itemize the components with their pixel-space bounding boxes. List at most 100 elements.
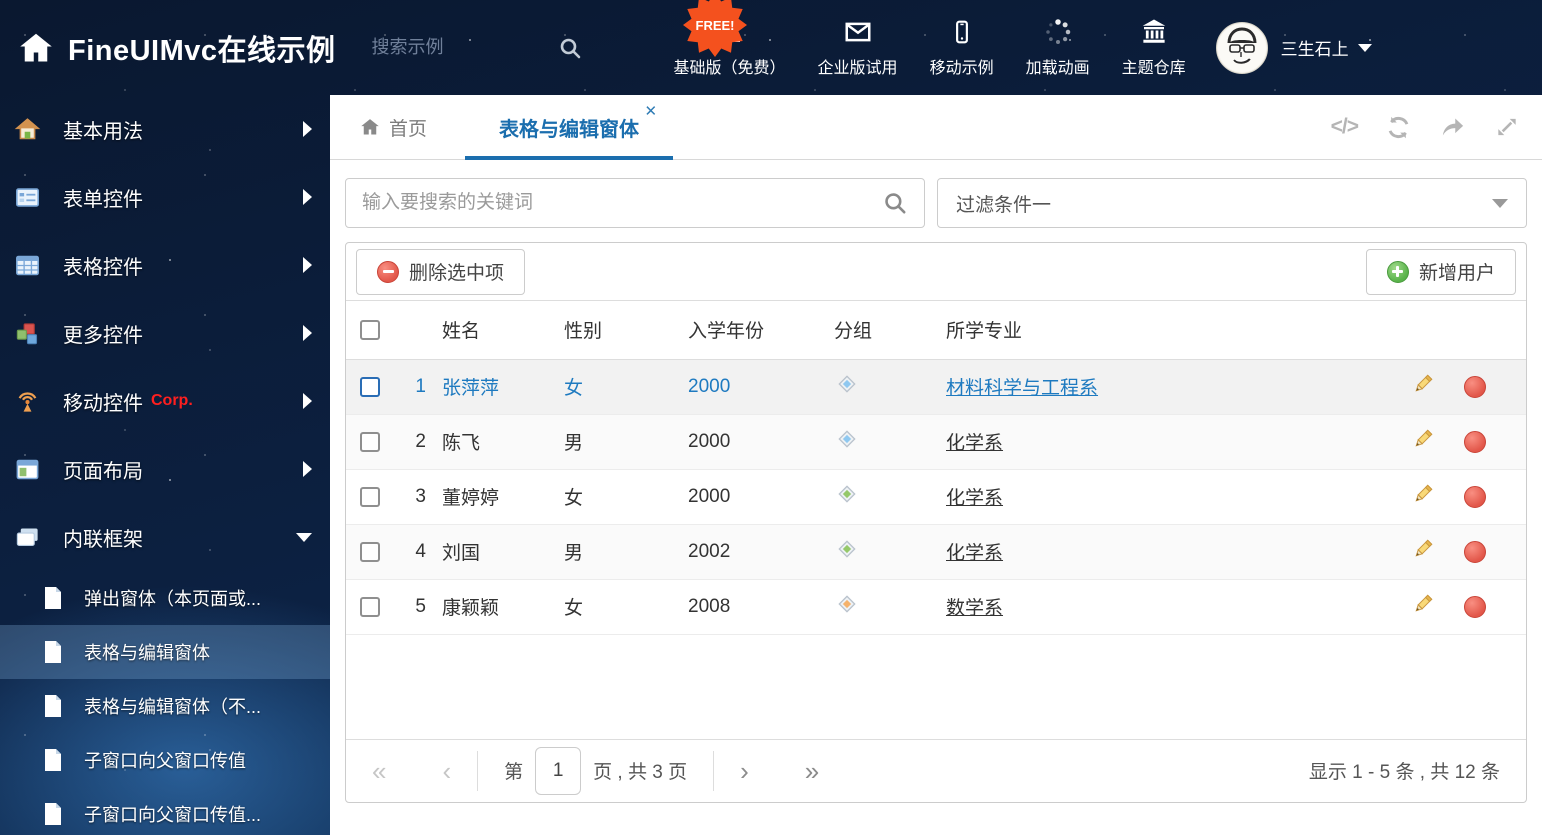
filter-dropdown[interactable]: 过滤条件一: [937, 178, 1527, 228]
cell-year: 2002: [688, 524, 834, 580]
sidebar-item-label: 移动控件: [63, 392, 143, 415]
menu-item-loading-animation[interactable]: 加载动画: [1026, 17, 1090, 78]
sidebar-item-label: 页面布局: [63, 460, 143, 483]
table-row[interactable]: 1 张萍萍 女 2000 材料科学与工程系: [346, 359, 1526, 415]
sidebar: 基本用法 表单控件 表格控件 更多控件 移动控件 Corp. 页面布局 内联框架…: [0, 95, 330, 835]
edit-pencil-icon[interactable]: [1411, 427, 1435, 457]
first-page-button[interactable]: «: [372, 758, 386, 784]
row-number: 4: [392, 524, 442, 580]
row-checkbox[interactable]: [360, 431, 380, 452]
divider: [477, 750, 479, 791]
username: 三生石上: [1280, 40, 1349, 59]
sidebar-child-label: 子窗口向父窗口传值: [84, 751, 246, 771]
chevron-down-icon: [296, 532, 312, 542]
table-row[interactable]: 4 刘国 男 2002 化学系: [346, 524, 1526, 580]
home-icon[interactable]: [18, 30, 54, 66]
menu-item-mobile-demo[interactable]: 移动示例: [930, 17, 994, 78]
close-icon[interactable]: ✕: [644, 104, 657, 119]
cell-name: 张萍萍: [442, 359, 564, 415]
column-major: 所学专业: [946, 301, 1404, 360]
chevron-down-icon: [1357, 43, 1372, 52]
search-icon[interactable]: [558, 36, 582, 60]
user-menu[interactable]: 三生石上: [1215, 21, 1372, 74]
cell-gender: 女: [564, 359, 688, 415]
delete-row-icon[interactable]: [1464, 430, 1486, 453]
major-link[interactable]: 化学系: [946, 433, 1003, 454]
sidebar-item-mobile-controls[interactable]: 移动控件 Corp.: [0, 367, 330, 435]
frames-icon: [13, 523, 41, 551]
cell-year: 2000: [688, 414, 834, 470]
edit-pencil-icon[interactable]: [1411, 482, 1435, 512]
grid-panel: 删除选中项 新增用户 姓名 性别 入学年份 分组 所学专业 1 张萍萍 女 20…: [345, 242, 1527, 803]
column-year: 入学年份: [688, 301, 834, 360]
tab-grid-edit-window[interactable]: 表格与编辑窗体 ✕: [465, 95, 674, 160]
source-code-icon[interactable]: </>: [1331, 115, 1359, 139]
major-link[interactable]: 数学系: [946, 598, 1003, 619]
page-number-input[interactable]: [535, 746, 582, 795]
search-icon[interactable]: [882, 190, 908, 216]
maximize-icon[interactable]: [1494, 114, 1520, 140]
major-link[interactable]: 化学系: [946, 543, 1003, 564]
users-table: 姓名 性别 入学年份 分组 所学专业 1 张萍萍 女 2000 材料科学与工程系…: [346, 301, 1526, 635]
sidebar-item-form-controls[interactable]: 表单控件: [0, 163, 330, 231]
chevron-right-icon: [303, 461, 312, 477]
sidebar-item-grid-controls[interactable]: 表格控件: [0, 231, 330, 299]
edit-pencil-icon[interactable]: [1411, 372, 1435, 402]
open-new-window-icon[interactable]: [1439, 114, 1467, 141]
refresh-icon[interactable]: [1385, 114, 1412, 141]
keyword-searchbox: [345, 178, 925, 228]
sidebar-item-iframe[interactable]: 内联框架: [0, 503, 330, 571]
last-page-button[interactable]: »: [805, 758, 819, 784]
cell-name: 刘国: [442, 524, 564, 580]
delete-selected-label: 删除选中项: [409, 263, 505, 284]
tab-home[interactable]: 首页: [360, 114, 427, 141]
cell-group: [834, 524, 946, 580]
next-page-button[interactable]: ›: [740, 758, 749, 784]
top-header: FineUIMvc在线示例 FREE! 基础版（免费） 企业版试: [0, 0, 1542, 95]
sidebar-item-label: 基本用法: [63, 120, 143, 143]
delete-row-icon[interactable]: [1464, 485, 1486, 508]
edit-pencil-icon[interactable]: [1411, 537, 1435, 567]
filter-row: 过滤条件一: [330, 160, 1542, 228]
delete-row-icon[interactable]: [1464, 540, 1486, 563]
corp-badge: Corp.: [151, 392, 193, 409]
sidebar-child-label: 子窗口向父窗口传值...: [84, 805, 262, 825]
delete-row-icon[interactable]: [1464, 595, 1486, 618]
cell-year: 2008: [688, 579, 834, 635]
delete-row-icon[interactable]: [1464, 375, 1486, 398]
row-checkbox[interactable]: [360, 541, 380, 562]
select-all-checkbox[interactable]: [360, 319, 380, 340]
table-row[interactable]: 5 康颖颖 女 2008 数学系: [346, 579, 1526, 635]
tag-icon: [838, 484, 856, 503]
cell-gender: 男: [564, 524, 688, 580]
major-link[interactable]: 材料科学与工程系: [946, 378, 1098, 399]
cell-gender: 女: [564, 579, 688, 635]
edit-pencil-icon[interactable]: [1411, 592, 1435, 622]
menu-item-theme-store[interactable]: 主题仓库: [1122, 17, 1186, 78]
row-checkbox[interactable]: [360, 486, 380, 507]
header-search-input[interactable]: [371, 37, 522, 58]
column-actions: [1404, 301, 1526, 360]
table-row[interactable]: 3 董婷婷 女 2000 化学系: [346, 469, 1526, 525]
add-user-button[interactable]: 新增用户: [1365, 248, 1516, 295]
plus-circle-icon: [1386, 260, 1409, 283]
main-area: 首页 表格与编辑窗体 ✕ </> 输入要搜索的关键词 过滤条件一 删除选中项 新…: [330, 95, 1542, 835]
sidebar-child-grid-edit-window[interactable]: 表格与编辑窗体: [0, 625, 330, 679]
sidebar-item-more-controls[interactable]: 更多控件: [0, 299, 330, 367]
menu-item-enterprise-trial[interactable]: 企业版试用: [818, 17, 898, 78]
major-link[interactable]: 化学系: [946, 488, 1003, 509]
sidebar-item-basic-usage[interactable]: 基本用法: [0, 95, 330, 163]
keyword-search-input[interactable]: [362, 192, 882, 214]
prev-page-button[interactable]: ‹: [442, 758, 451, 784]
sidebar-child-popup-window[interactable]: 弹出窗体（本页面或...: [0, 571, 330, 625]
row-checkbox[interactable]: [360, 596, 380, 617]
sidebar-child-child-to-parent-2[interactable]: 子窗口向父窗口传值...: [0, 787, 330, 835]
sidebar-item-page-layout[interactable]: 页面布局: [0, 435, 330, 503]
row-checkbox[interactable]: [360, 376, 380, 397]
table-row[interactable]: 2 陈飞 男 2000 化学系: [346, 414, 1526, 470]
sidebar-child-grid-edit-window-2[interactable]: 表格与编辑窗体（不...: [0, 679, 330, 733]
delete-selected-button[interactable]: 删除选中项: [356, 248, 526, 295]
table-icon: [13, 251, 41, 279]
sidebar-child-child-to-parent[interactable]: 子窗口向父窗口传值: [0, 733, 330, 787]
menu-item-label: 移动示例: [929, 60, 994, 77]
